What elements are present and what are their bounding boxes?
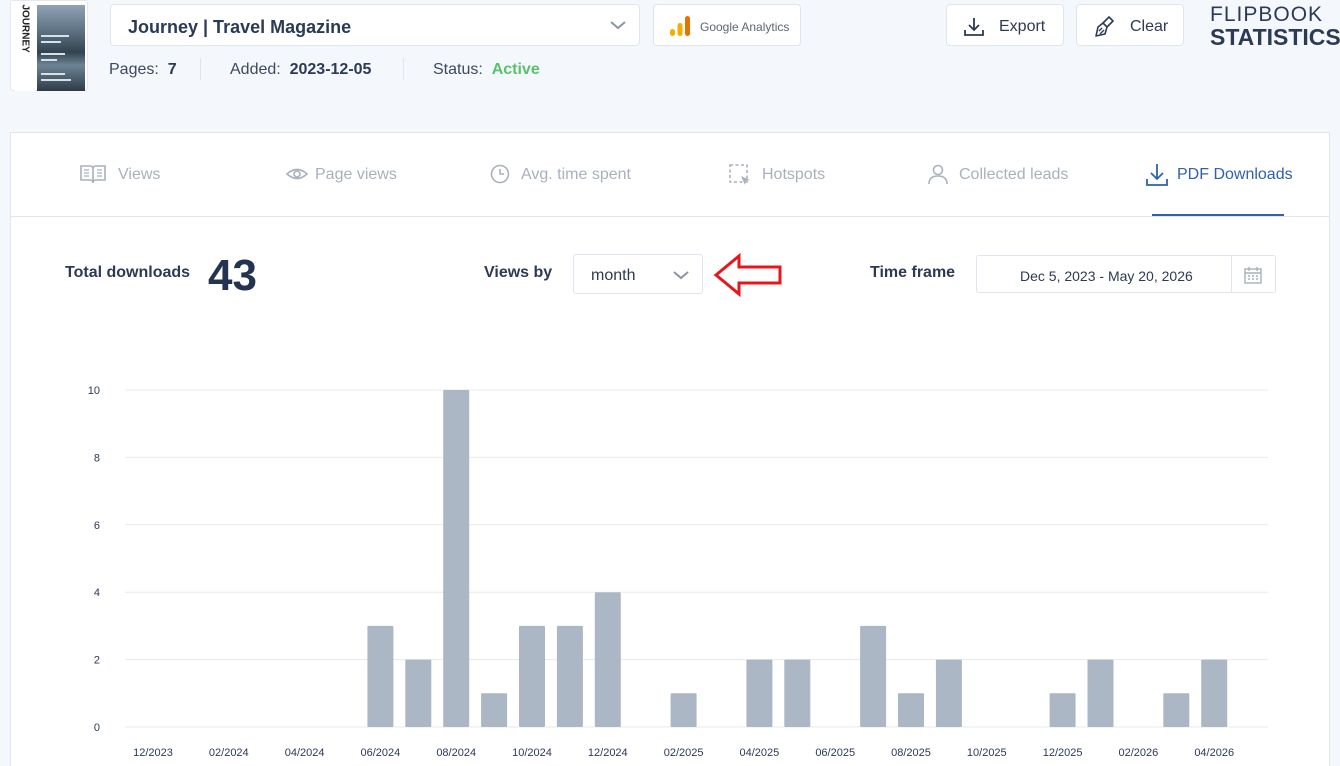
views-by-select[interactable]: month (573, 254, 703, 294)
time-frame-divider (1231, 256, 1232, 292)
time-frame-value: Dec 5, 2023 - May 20, 2026 (1020, 268, 1193, 284)
thumbnail-cover (37, 5, 85, 91)
x-tick-label: 08/2025 (891, 747, 931, 759)
google-analytics-button[interactable]: Google Analytics (653, 4, 801, 46)
x-tick-label: 02/2025 (664, 747, 704, 759)
chart-bar (594, 592, 621, 727)
chart-bar (1087, 659, 1114, 727)
y-tick-label: 8 (94, 452, 100, 464)
added-value: 2023-12-05 (289, 61, 372, 78)
eye-icon (285, 168, 309, 180)
chart-bar (935, 659, 962, 727)
tab-pdf-downloads-label: PDF Downloads (1177, 166, 1293, 183)
y-tick-label: 10 (88, 385, 100, 397)
chart-bar (1201, 659, 1228, 727)
meta-divider (403, 58, 404, 80)
x-tick-label: 10/2025 (967, 747, 1007, 759)
book-icon (80, 165, 106, 184)
magazine-thumbnail[interactable]: JOURNEY (10, 0, 88, 91)
calendar-icon[interactable] (1244, 266, 1262, 284)
annotation-arrow-icon (713, 253, 782, 297)
tab-page-views-label: Page views (315, 166, 397, 183)
chart-bar (367, 625, 394, 727)
chart-bar (670, 693, 697, 727)
active-tab-indicator (1152, 214, 1284, 216)
export-label: Export (999, 18, 1046, 35)
added-label: Added: (230, 61, 281, 78)
tab-collected-leads-label: Collected leads (959, 166, 1069, 183)
chart-bar (519, 625, 545, 727)
x-tick-label: 04/2025 (740, 747, 780, 759)
google-analytics-icon (670, 16, 690, 36)
x-tick-label: 12/2024 (588, 747, 628, 759)
chevron-down-icon (673, 271, 689, 280)
spine-text: JOURNEY (19, 4, 31, 53)
chart-bar (481, 693, 508, 727)
added-meta: Added: 2023-12-05 (230, 61, 371, 79)
magazine-select[interactable]: Journey | Travel Magazine (110, 4, 640, 46)
x-tick-label: 02/2026 (1119, 747, 1159, 759)
chart-bar (556, 625, 583, 727)
downloads-chart: 0 2 4 6 8 10 12/2023 02/2024 04/2024 06/2024 08/20… (88, 385, 1268, 759)
chart-bar (784, 659, 811, 727)
chart-bar (443, 390, 470, 727)
pages-label: Pages: (109, 61, 159, 78)
clock-icon (490, 164, 510, 184)
time-frame-picker[interactable]: Dec 5, 2023 - May 20, 2026 (976, 255, 1276, 293)
total-downloads-label: Total downloads (65, 264, 191, 281)
x-tick-label: 04/2024 (285, 747, 325, 759)
brand-line-2: STATISTICS (1210, 24, 1340, 50)
export-icon (964, 18, 984, 36)
meta-divider (200, 58, 201, 80)
brand-logo: FLIPBOOK STATISTICS (1210, 3, 1340, 50)
views-by-value: month (591, 267, 636, 284)
status-label: Status: (433, 61, 483, 78)
y-tick-label: 6 (94, 520, 100, 532)
x-tick-label: 06/2024 (361, 747, 401, 759)
time-frame-label: Time frame (870, 264, 956, 281)
stats-tabs: Views Page views Avg. time spent Hotspot… (11, 133, 1329, 217)
tab-views-label: Views (118, 166, 161, 183)
hotspot-icon (729, 164, 750, 185)
status-meta: Status: Active (433, 61, 540, 79)
y-tick-label: 4 (94, 587, 100, 599)
chart-bar (746, 659, 773, 727)
chart-bar (898, 693, 924, 727)
total-downloads-value: 43 (208, 251, 257, 300)
brush-icon (1095, 16, 1114, 37)
x-tick-label: 06/2025 (815, 747, 855, 759)
chart-bar (405, 659, 432, 727)
clear-button[interactable]: Clear (1076, 4, 1184, 46)
chart-bar (860, 625, 887, 727)
chart-bar (1049, 693, 1076, 727)
export-button[interactable]: Export (946, 4, 1064, 46)
clear-label: Clear (1130, 18, 1169, 35)
pages-meta: Pages: 7 (109, 61, 177, 79)
pages-value: 7 (167, 61, 177, 78)
x-tick-label: 12/2025 (1043, 747, 1083, 759)
tab-hotspots-label: Hotspots (762, 166, 826, 183)
x-tick-label: 10/2024 (512, 747, 552, 759)
x-tick-label: 04/2026 (1194, 747, 1234, 759)
x-tick-label: 02/2024 (209, 747, 249, 759)
y-tick-label: 2 (94, 655, 100, 667)
download-icon (1146, 164, 1168, 186)
user-icon (928, 164, 948, 185)
brand-line-1: FLIPBOOK (1210, 3, 1324, 26)
status-badge: Active (491, 61, 540, 78)
chart-bar (1163, 693, 1190, 727)
magazine-title: Journey | Travel Magazine (128, 17, 352, 37)
tab-avg-time-label: Avg. time spent (521, 166, 631, 183)
x-tick-label: 08/2024 (436, 747, 476, 759)
google-analytics-label: Google Analytics (700, 20, 790, 34)
chevron-down-icon (610, 21, 626, 30)
views-by-label: Views by (484, 264, 553, 281)
x-tick-label: 12/2023 (133, 747, 173, 759)
thumbnail-spine: JOURNEY (15, 1, 35, 91)
y-tick-label: 0 (94, 722, 100, 734)
